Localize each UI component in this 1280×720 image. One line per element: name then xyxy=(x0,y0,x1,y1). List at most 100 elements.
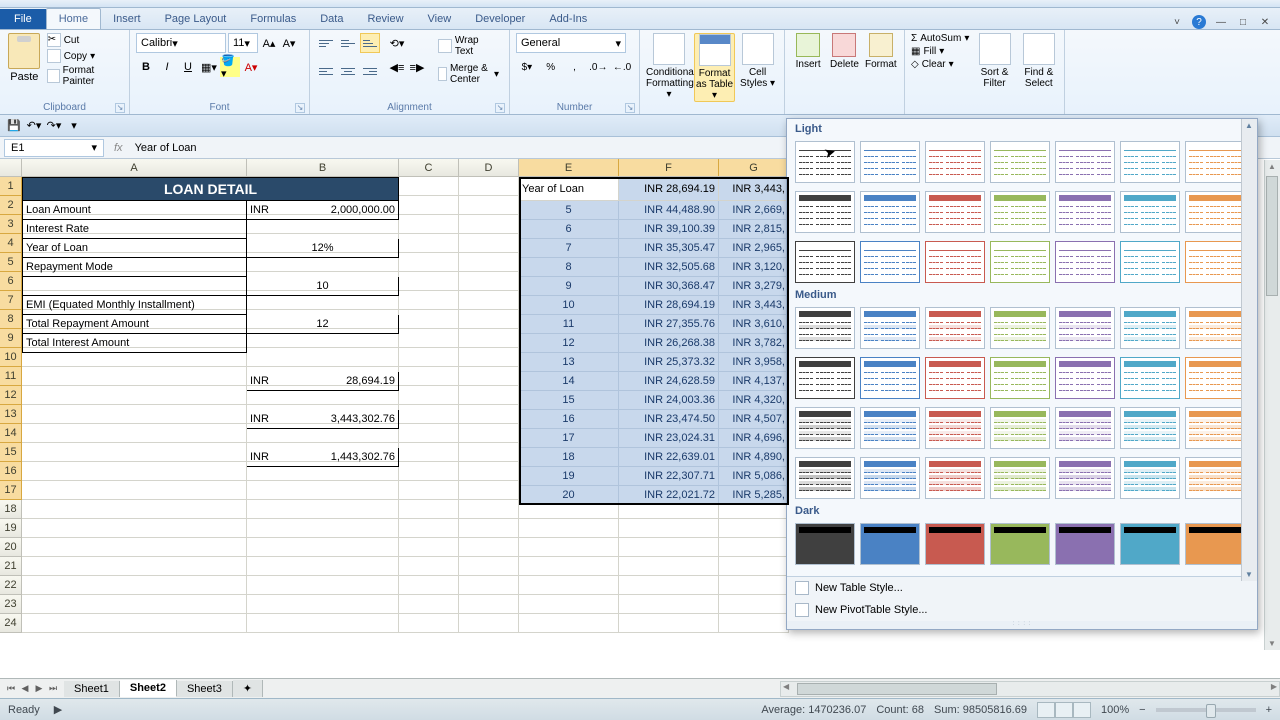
table-style-swatch[interactable] xyxy=(925,141,985,183)
row-header-8[interactable]: 8 xyxy=(0,310,22,329)
table2-cell[interactable]: 8 xyxy=(519,258,619,277)
format-painter-button[interactable]: Format Painter xyxy=(47,65,123,87)
cell-bg[interactable] xyxy=(399,424,459,443)
table-style-swatch[interactable] xyxy=(1055,191,1115,233)
col-header-F[interactable]: F xyxy=(619,159,719,176)
table-style-swatch[interactable] xyxy=(860,357,920,399)
bold-button[interactable]: B xyxy=(136,57,156,77)
new-pivot-style[interactable]: New PivotTable Style... xyxy=(787,599,1257,621)
table-style-swatch[interactable] xyxy=(990,407,1050,449)
view-layout[interactable] xyxy=(1055,702,1073,718)
align-center[interactable] xyxy=(338,61,358,81)
table2-cell[interactable]: INR 3,958, xyxy=(719,353,789,372)
table2-cell[interactable]: 12 xyxy=(519,334,619,353)
table2-cell[interactable]: INR 4,137, xyxy=(719,372,789,391)
col-header-E[interactable]: E xyxy=(519,159,619,176)
row-header-3[interactable]: 3 xyxy=(0,215,22,234)
cell-bg[interactable] xyxy=(459,234,519,253)
alignment-dialog-launcher[interactable]: ↘ xyxy=(495,103,505,113)
loan-label[interactable]: Interest Rate xyxy=(22,220,247,239)
table2-cell[interactable]: 5 xyxy=(519,201,619,220)
font-size-select[interactable]: 11 ▾ xyxy=(228,33,258,53)
gallery-resize-grip[interactable]: : : : : xyxy=(787,621,1257,629)
cell-bg[interactable] xyxy=(459,348,519,367)
loan-val[interactable]: 12 xyxy=(247,315,399,334)
cell-bg[interactable] xyxy=(247,348,399,367)
tab-nav-next[interactable]: ▶ xyxy=(32,683,46,694)
cell-bg[interactable] xyxy=(459,405,519,424)
table2-header[interactable]: INR 28,694.19 xyxy=(619,177,719,201)
tab-insert[interactable]: Insert xyxy=(101,9,153,29)
zoom-out[interactable]: − xyxy=(1139,704,1145,716)
font-name-select[interactable]: Calibri ▾ xyxy=(136,33,226,53)
macro-record-icon[interactable]: ▶ xyxy=(54,703,62,716)
comma-button[interactable]: , xyxy=(564,57,586,77)
table-style-swatch[interactable] xyxy=(1120,457,1180,499)
cell-bg[interactable] xyxy=(399,557,459,576)
cell-bg[interactable] xyxy=(459,329,519,348)
table2-cell[interactable]: INR 4,507, xyxy=(719,410,789,429)
col-header-C[interactable]: C xyxy=(399,159,459,176)
cell-bg[interactable] xyxy=(399,291,459,310)
row-header-13[interactable]: 13 xyxy=(0,405,22,424)
shrink-font-button[interactable]: A▾ xyxy=(280,33,298,53)
table2-cell[interactable]: INR 23,024.31 xyxy=(619,429,719,448)
cell-bg[interactable] xyxy=(22,386,247,405)
cell-bg[interactable] xyxy=(519,538,619,557)
table-style-swatch[interactable] xyxy=(990,307,1050,349)
row-header-7[interactable]: 7 xyxy=(0,291,22,310)
table-style-swatch[interactable] xyxy=(1055,307,1115,349)
table2-cell[interactable]: INR 22,639.01 xyxy=(619,448,719,467)
row-header-20[interactable]: 20 xyxy=(0,538,22,557)
table2-cell[interactable]: INR 44,488.90 xyxy=(619,201,719,220)
table2-cell[interactable]: INR 24,628.59 xyxy=(619,372,719,391)
table2-cell[interactable]: INR 39,100.39 xyxy=(619,220,719,239)
row-header-11[interactable]: 11 xyxy=(0,367,22,386)
gallery-scrollbar[interactable] xyxy=(1241,119,1257,581)
qat-customize[interactable]: ▾ xyxy=(66,118,82,134)
vertical-scrollbar[interactable] xyxy=(1264,160,1280,650)
cell[interactable] xyxy=(247,277,399,296)
table2-cell[interactable]: INR 2,965, xyxy=(719,239,789,258)
cell-bg[interactable] xyxy=(247,538,399,557)
tab-pagelayout[interactable]: Page Layout xyxy=(153,9,239,29)
cell-bg[interactable] xyxy=(399,538,459,557)
grow-font-button[interactable]: A▴ xyxy=(260,33,278,53)
table2-cell[interactable]: 15 xyxy=(519,391,619,410)
table-style-swatch[interactable] xyxy=(860,191,920,233)
sort-filter-button[interactable]: Sort & Filter xyxy=(975,33,1013,89)
cell-bg[interactable] xyxy=(519,576,619,595)
table2-cell[interactable]: INR 2,669, xyxy=(719,201,789,220)
cell-bg[interactable] xyxy=(459,253,519,272)
table2-cell[interactable]: INR 4,890, xyxy=(719,448,789,467)
table-style-swatch[interactable] xyxy=(990,457,1050,499)
cell-bg[interactable] xyxy=(619,519,719,538)
cell-bg[interactable] xyxy=(459,386,519,405)
cell[interactable] xyxy=(22,277,247,296)
col-header-D[interactable]: D xyxy=(459,159,519,176)
loan-val[interactable]: 12% xyxy=(247,239,399,258)
italic-button[interactable]: I xyxy=(157,57,177,77)
table2-cell[interactable]: INR 27,355.76 xyxy=(619,315,719,334)
window-close-icon[interactable]: ✕ xyxy=(1258,15,1272,29)
table2-cell[interactable]: INR 3,610, xyxy=(719,315,789,334)
cell-bg[interactable] xyxy=(459,576,519,595)
table-style-swatch[interactable] xyxy=(925,307,985,349)
loan-label[interactable]: Total Interest Amount xyxy=(22,334,247,353)
table2-cell[interactable]: INR 3,279, xyxy=(719,277,789,296)
table2-header[interactable]: INR 3,443, xyxy=(719,177,789,201)
number-format-select[interactable]: General▾ xyxy=(516,33,626,53)
table-style-swatch[interactable] xyxy=(925,523,985,565)
cell-bg[interactable] xyxy=(399,329,459,348)
loan-val[interactable]: INR28,694.19 xyxy=(247,372,399,391)
decrease-decimal[interactable]: ←.0 xyxy=(611,57,633,77)
table2-cell[interactable]: INR 4,320, xyxy=(719,391,789,410)
format-cells-button[interactable]: Format xyxy=(864,33,898,70)
table-style-swatch[interactable] xyxy=(860,241,920,283)
table2-cell[interactable]: INR 5,285, xyxy=(719,486,789,505)
sheet-tab-1[interactable]: Sheet1 xyxy=(64,681,120,697)
table-style-swatch[interactable] xyxy=(990,141,1050,183)
delete-cells-button[interactable]: Delete xyxy=(827,33,861,70)
cell-bg[interactable] xyxy=(247,576,399,595)
align-top[interactable] xyxy=(316,33,336,53)
